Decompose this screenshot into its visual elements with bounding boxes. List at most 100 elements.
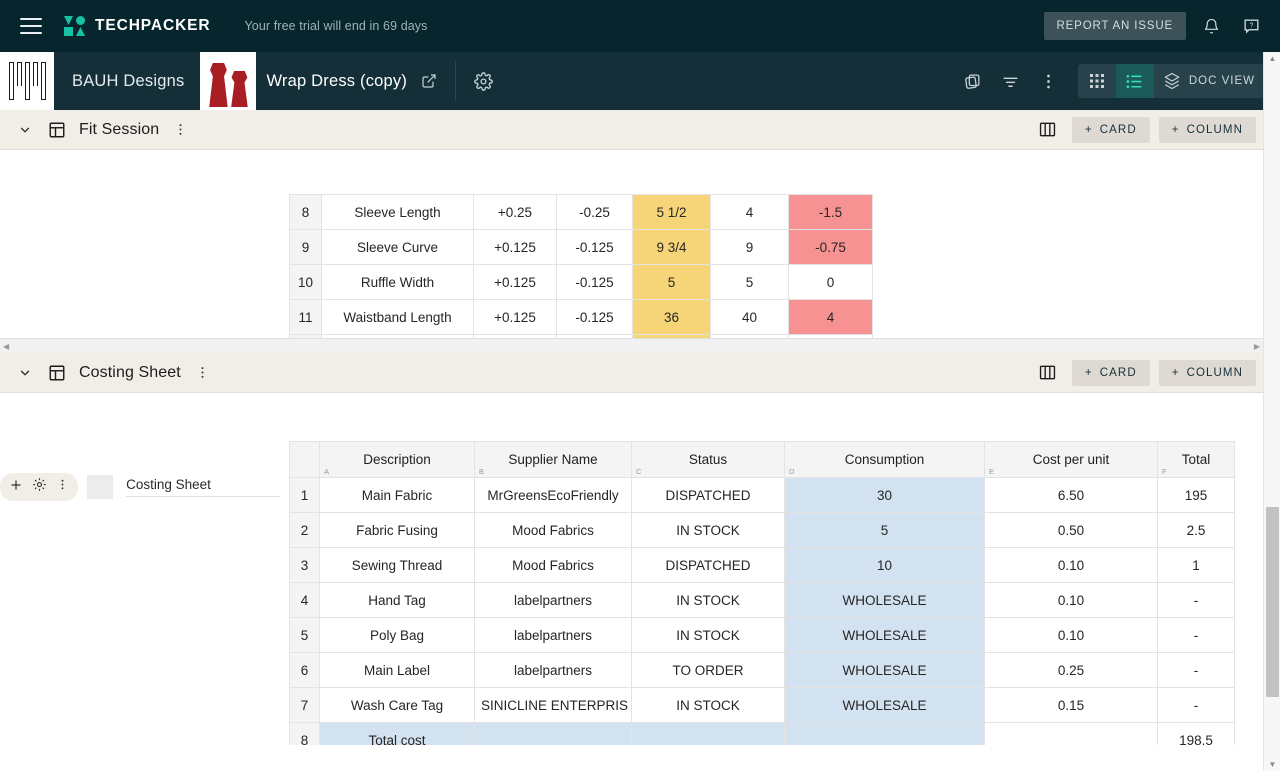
table-cell[interactable]: Ruffle Width bbox=[321, 264, 474, 300]
table-cell[interactable]: 1 bbox=[1157, 547, 1235, 583]
card-name[interactable]: Costing Sheet bbox=[126, 477, 280, 497]
table-cell[interactable] bbox=[474, 722, 632, 745]
table-cell[interactable]: labelpartners bbox=[474, 652, 632, 688]
table-cell[interactable]: -0.75 bbox=[788, 229, 873, 265]
table-cell[interactable]: MrGreensEcoFriendly bbox=[474, 477, 632, 513]
more-vertical-icon[interactable] bbox=[173, 122, 188, 137]
table-cell[interactable]: WHOLESALE bbox=[784, 582, 985, 618]
table-cell[interactable]: 5 bbox=[710, 264, 789, 300]
table-cell[interactable]: - bbox=[1157, 652, 1235, 688]
table-cell[interactable]: 195 bbox=[1157, 477, 1235, 513]
table-cell[interactable]: 0.50 bbox=[984, 512, 1158, 548]
table-cell[interactable]: 5 bbox=[784, 512, 985, 548]
table-cell[interactable]: 0.10 bbox=[984, 617, 1158, 653]
board-icon[interactable] bbox=[48, 364, 66, 382]
table-cell[interactable]: Mood Fabrics bbox=[474, 512, 632, 548]
board-icon[interactable] bbox=[48, 121, 66, 139]
table-cell[interactable]: SINICLINE ENTERPRIS bbox=[474, 687, 632, 723]
table-cell[interactable]: Hand Tag bbox=[319, 582, 475, 618]
columns-icon[interactable] bbox=[1033, 117, 1063, 143]
table-row[interactable]: 1 Main Fabric MrGreensEcoFriendly DISPATCHE… bbox=[289, 477, 1235, 513]
table-cell[interactable]: 4 bbox=[710, 194, 789, 230]
table-cell[interactable]: 10 bbox=[784, 547, 985, 583]
copy-icon[interactable] bbox=[956, 64, 990, 98]
table-cell[interactable]: Mood Fabrics bbox=[474, 547, 632, 583]
plus-icon[interactable] bbox=[9, 478, 23, 497]
table-cell[interactable]: IN STOCK bbox=[631, 617, 785, 653]
column-header[interactable]: Supplier Name B bbox=[474, 441, 632, 478]
table-row[interactable]: 10 Ruffle Width +0.125 -0.125 5 5 0 bbox=[289, 264, 873, 300]
vertical-scrollbar-thumb[interactable] bbox=[1266, 507, 1279, 697]
table-cell[interactable]: -0.125 bbox=[556, 264, 633, 300]
table-cell[interactable]: 30 bbox=[784, 477, 985, 513]
table-cell[interactable]: Poly Bag bbox=[319, 617, 475, 653]
column-header[interactable]: Consumption D bbox=[784, 441, 985, 478]
table-cell[interactable]: +0.25 bbox=[473, 194, 557, 230]
column-header[interactable]: Status C bbox=[631, 441, 785, 478]
table-cell[interactable]: - bbox=[1157, 582, 1235, 618]
external-link-icon[interactable] bbox=[421, 73, 437, 89]
table-cell[interactable]: Fabric Fusing bbox=[319, 512, 475, 548]
table-cell[interactable]: 5 bbox=[632, 264, 711, 300]
table-cell[interactable]: +0.125 bbox=[473, 229, 557, 265]
add-column-button[interactable]: + COLUMN bbox=[1158, 359, 1256, 386]
table-cell[interactable]: 40 bbox=[710, 299, 789, 335]
columns-icon[interactable] bbox=[1033, 360, 1063, 386]
table-cell[interactable]: labelpartners bbox=[474, 582, 632, 618]
table-cell[interactable]: 198.5 bbox=[1157, 722, 1235, 745]
table-cell[interactable]: IN STOCK bbox=[631, 582, 785, 618]
report-an-issue-button[interactable]: REPORT AN ISSUE bbox=[1043, 12, 1186, 40]
table-row[interactable]: 8 Total cost 198.5 bbox=[289, 722, 1235, 745]
table-cell[interactable]: 0.15 bbox=[984, 687, 1158, 723]
table-cell[interactable]: 5 1/2 bbox=[632, 194, 711, 230]
table-cell[interactable]: Waistband Length bbox=[321, 299, 474, 335]
table-cell[interactable]: Main Fabric bbox=[319, 477, 475, 513]
chevron-down-icon[interactable] bbox=[14, 119, 36, 141]
filter-icon[interactable] bbox=[994, 64, 1028, 98]
table-cell[interactable]: -0.25 bbox=[556, 194, 633, 230]
table-cell[interactable] bbox=[631, 722, 785, 745]
add-column-button[interactable]: + COLUMN bbox=[1158, 116, 1256, 143]
table-cell[interactable]: DISPATCHED bbox=[631, 547, 785, 583]
list-view-icon[interactable] bbox=[1115, 64, 1154, 98]
table-cell[interactable]: WHOLESALE bbox=[784, 687, 985, 723]
table-cell[interactable]: TO ORDER bbox=[631, 652, 785, 688]
table-cell[interactable]: 2.5 bbox=[1157, 512, 1235, 548]
table-cell[interactable]: IN STOCK bbox=[631, 512, 785, 548]
table-cell[interactable]: WHOLESALE bbox=[784, 617, 985, 653]
table-cell[interactable]: -0.125 bbox=[556, 229, 633, 265]
column-header[interactable]: Description A bbox=[319, 441, 475, 478]
bauh-logo[interactable] bbox=[0, 52, 54, 110]
table-cell[interactable]: 0.25 bbox=[984, 652, 1158, 688]
table-cell[interactable]: 9 3/4 bbox=[632, 229, 711, 265]
column-header[interactable]: Cost per unit E bbox=[984, 441, 1158, 478]
table-cell[interactable]: 9 bbox=[710, 229, 789, 265]
table-cell[interactable]: Main Label bbox=[319, 652, 475, 688]
grid-view-icon[interactable] bbox=[1078, 64, 1116, 98]
table-cell[interactable]: 0.10 bbox=[984, 547, 1158, 583]
table-row[interactable]: 11 Waistband Length +0.125 -0.125 36 40 4 bbox=[289, 299, 873, 335]
bell-icon[interactable] bbox=[1196, 11, 1226, 41]
table-row[interactable]: 4 Hand Tag labelpartners IN STOCK WHOLESALE 0… bbox=[289, 582, 1235, 618]
table-cell[interactable]: labelpartners bbox=[474, 617, 632, 653]
vertical-scrollbar[interactable]: ▲ ▼ bbox=[1263, 52, 1280, 771]
table-cell[interactable]: -0.125 bbox=[556, 299, 633, 335]
table-cell[interactable]: Sleeve Length bbox=[321, 194, 474, 230]
table-cell[interactable]: 0 bbox=[788, 264, 873, 300]
more-vertical-icon[interactable] bbox=[1032, 64, 1066, 98]
table-row[interactable]: 8 Sleeve Length +0.25 -0.25 5 1/2 4 -1.5 bbox=[289, 194, 873, 230]
table-cell[interactable] bbox=[784, 722, 985, 745]
help-icon[interactable]: ? bbox=[1236, 11, 1266, 41]
gear-icon[interactable] bbox=[474, 71, 493, 91]
item-name[interactable]: Wrap Dress (copy) bbox=[266, 72, 407, 91]
gear-icon[interactable] bbox=[32, 477, 47, 497]
red-dress-thumbnail[interactable] bbox=[200, 52, 257, 110]
horizontal-scrollbar[interactable]: ◀ ▶ bbox=[0, 338, 1263, 353]
table-cell[interactable]: +0.125 bbox=[473, 264, 557, 300]
table-cell[interactable]: 0.10 bbox=[984, 582, 1158, 618]
triangle-right-icon[interactable]: ▶ bbox=[1254, 342, 1260, 351]
costing-sheet-table-wrapper[interactable]: Description A Supplier Name B Status C Consump… bbox=[289, 441, 1235, 745]
table-cell[interactable]: Sewing Thread bbox=[319, 547, 475, 583]
table-cell[interactable]: IN STOCK bbox=[631, 687, 785, 723]
column-header[interactable]: Total F bbox=[1157, 441, 1235, 478]
